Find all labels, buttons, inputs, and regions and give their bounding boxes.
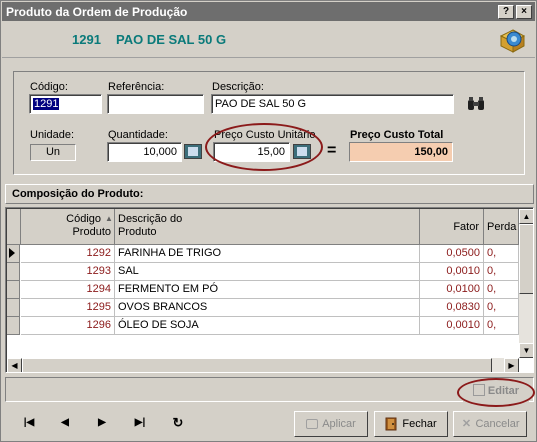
quantidade-input[interactable]: 10,000 — [107, 142, 182, 162]
grid-header-perda[interactable]: Perda — [484, 209, 519, 245]
title-bar: Produto da Ordem de Produção ? × — [2, 2, 535, 21]
cell-desc: OVOS BRANCOS — [115, 299, 420, 317]
cell-fator: 0,0010 — [420, 263, 484, 281]
grid-header-fator[interactable]: Fator — [420, 209, 484, 245]
highlight-ellipse-editar — [457, 378, 535, 407]
row-indicator-current[interactable] — [7, 245, 20, 263]
row-indicator[interactable] — [7, 317, 20, 335]
scroll-right-button[interactable]: ▶ — [504, 358, 519, 372]
cell-perda: 0, — [484, 317, 519, 335]
close-button[interactable]: × — [516, 5, 532, 19]
fechar-button[interactable]: Fechar — [374, 411, 448, 437]
nav-refresh-button[interactable]: ↻ — [166, 413, 190, 433]
row-indicator[interactable] — [7, 299, 20, 317]
descricao-input[interactable]: PAO DE SAL 50 G — [211, 94, 454, 114]
header-product-name: PAO DE SAL 50 G — [116, 32, 227, 47]
nav-first-button[interactable]: |◀ — [17, 413, 41, 433]
door-exit-icon — [385, 417, 397, 431]
row-indicator[interactable] — [7, 263, 20, 281]
header-product-code: 1291 — [72, 32, 101, 47]
cell-code: 1292 — [21, 245, 115, 263]
sort-ascending-icon: ▲ — [105, 214, 113, 223]
grid-indicator-header — [7, 209, 21, 245]
nav-next-button[interactable]: ▶ — [90, 413, 114, 433]
vertical-scroll-thumb[interactable] — [519, 224, 533, 294]
help-button[interactable]: ? — [498, 5, 514, 19]
unidade-label: Unidade: — [30, 129, 75, 141]
cell-desc: FERMENTO EM PÓ — [115, 281, 420, 299]
grid-horizontal-scrollbar[interactable]: ◀ ▶ — [7, 358, 519, 372]
grid-header-descricao-line1: Descrição do — [118, 213, 183, 225]
cell-code: 1296 — [21, 317, 115, 335]
scroll-left-button[interactable]: ◀ — [7, 358, 22, 372]
current-row-arrow-icon — [9, 248, 15, 258]
cell-code: 1294 — [21, 281, 115, 299]
codigo-value: 1291 — [33, 98, 60, 110]
row-indicator[interactable] — [7, 281, 20, 299]
cell-perda: 0, — [484, 263, 519, 281]
cell-desc: FARINHA DE TRIGO — [115, 245, 420, 263]
aplicar-button[interactable]: Aplicar — [294, 411, 368, 437]
cell-perda: 0, — [484, 245, 519, 263]
scroll-up-button[interactable]: ▲ — [519, 209, 533, 224]
codigo-input[interactable]: 1291 — [29, 94, 102, 114]
cell-fator: 0,0830 — [420, 299, 484, 317]
grid-header-codigo-line2: Produto — [72, 226, 111, 238]
fechar-label: Fechar — [402, 418, 437, 430]
cell-desc: ÓLEO DE SOJA — [115, 317, 420, 335]
equals-sign: = — [327, 142, 337, 159]
referencia-label: Referência: — [108, 81, 165, 93]
cell-code: 1295 — [21, 299, 115, 317]
cell-perda: 0, — [484, 281, 519, 299]
cell-desc: SAL — [115, 263, 420, 281]
nav-last-button[interactable]: ▶| — [128, 413, 152, 433]
codigo-label: Código: — [30, 81, 68, 93]
window-title: Produto da Ordem de Produção — [6, 5, 188, 19]
grid-header-descricao[interactable]: Descrição do Produto — [115, 209, 420, 245]
cell-fator: 0,0500 — [420, 245, 484, 263]
highlight-ellipse-unit-price — [205, 123, 323, 171]
cell-fator: 0,0100 — [420, 281, 484, 299]
aplicar-label: Aplicar — [322, 418, 356, 430]
product-box-icon — [499, 29, 526, 53]
grid-header-codigo-line1: Código — [66, 213, 101, 225]
binoculars-search-icon[interactable] — [467, 96, 485, 112]
quantidade-calculator-icon[interactable] — [184, 144, 202, 159]
cell-fator: 0,0010 — [420, 317, 484, 335]
quantidade-label: Quantidade: — [108, 129, 168, 141]
referencia-input[interactable] — [107, 94, 204, 114]
unidade-value: Un — [30, 144, 76, 161]
cancelar-label: Cancelar — [475, 418, 520, 430]
descricao-label: Descrição: — [212, 81, 264, 93]
nav-prev-button[interactable]: ◀ — [53, 413, 77, 433]
horizontal-scroll-thumb[interactable] — [22, 358, 492, 372]
cell-code: 1293 — [21, 263, 115, 281]
cancel-x-icon: ✕ — [461, 418, 472, 430]
preco-total-label: Preço Custo Total — [350, 129, 444, 141]
scroll-down-button[interactable]: ▼ — [519, 343, 533, 358]
production-order-product-window: Produto da Ordem de Produção ? × 1291 PA… — [0, 0, 537, 442]
grid-vertical-scrollbar[interactable]: ▲ ▼ — [519, 209, 533, 358]
preco-total-value: 150,00 — [349, 142, 453, 162]
edit-bar — [5, 377, 534, 402]
grid-header-descricao-line2: Produto — [118, 226, 157, 238]
composition-grid: Código Produto ▲ Descrição do Produto Fa… — [5, 207, 534, 373]
composition-title: Composição do Produto: — [5, 184, 534, 204]
product-header: 1291 PAO DE SAL 50 G — [2, 22, 535, 58]
apply-icon — [306, 419, 319, 430]
grid-header-codigo[interactable]: Código Produto ▲ — [21, 209, 115, 245]
cancelar-button[interactable]: ✕ Cancelar — [453, 411, 527, 437]
cell-perda: 0, — [484, 299, 519, 317]
